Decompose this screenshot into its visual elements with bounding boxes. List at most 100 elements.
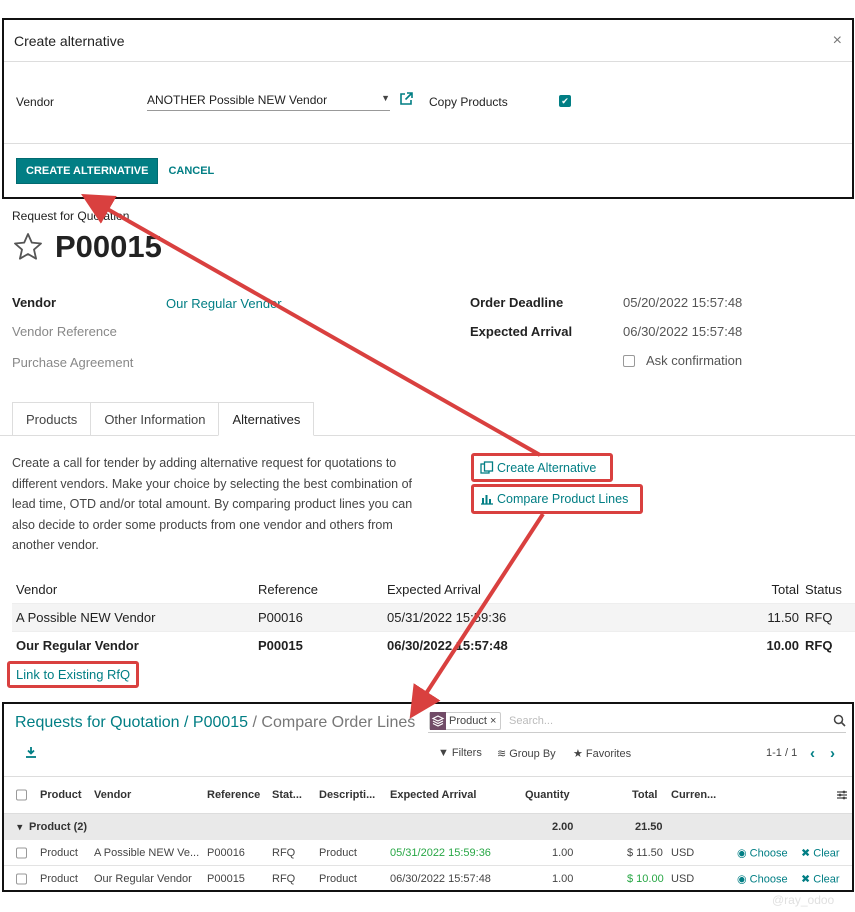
expected-arrival-cell: 05/31/2022 15:59:36 — [387, 610, 507, 625]
total-cell: $ 10.00 — [627, 872, 664, 885]
column-settings-icon[interactable] — [836, 789, 848, 801]
search-facet-label: Product — [449, 715, 487, 727]
description-cell: Product — [319, 846, 357, 859]
copy-products-label: Copy Products — [429, 95, 508, 109]
breadcrumb: Requests for Quotation / P00015 / Compar… — [15, 714, 415, 732]
breadcrumb-record[interactable]: P00015 — [193, 714, 248, 731]
group-by-label: Group By — [509, 747, 556, 760]
copy-products-checkbox[interactable]: ✔ — [559, 95, 571, 107]
table-row[interactable]: Our Regular Vendor P00015 06/30/2022 15:… — [12, 631, 855, 659]
facet-remove-icon[interactable]: × — [490, 715, 496, 727]
col-total[interactable]: Total — [632, 789, 657, 801]
breadcrumb-separator: / — [248, 714, 262, 731]
breadcrumb-separator: / — [179, 714, 193, 731]
table-row[interactable]: A Possible NEW Vendor P00016 05/31/2022 … — [12, 603, 855, 631]
compare-order-lines-panel: Requests for Quotation / P00015 / Compar… — [2, 702, 854, 892]
notebook-tabs: Products Other Information Alternatives — [12, 402, 315, 436]
tab-alternatives[interactable]: Alternatives — [218, 402, 315, 436]
group-row[interactable]: ▾ Product (2) 2.00 21.50 — [4, 814, 852, 840]
search-bar[interactable]: Product × Search... — [428, 711, 846, 733]
ask-confirmation-checkbox[interactable] — [623, 355, 635, 367]
external-link-icon[interactable] — [399, 92, 413, 106]
star-icon[interactable] — [12, 231, 44, 263]
vendor-cell: Our Regular Vendor — [94, 872, 192, 885]
choose-button[interactable]: ◉ Choose — [737, 872, 788, 885]
col-status[interactable]: Stat... — [272, 789, 302, 801]
dialog-footer: CREATE ALTERNATIVE CANCEL — [4, 144, 852, 198]
total-cell: 10.00 — [766, 638, 799, 653]
download-icon[interactable] — [25, 746, 37, 758]
reference-cell: P00015 — [258, 638, 303, 653]
dialog-body: Vendor ANOTHER Possible NEW Vendor ▼ Cop… — [4, 62, 852, 144]
filters-button[interactable]: ▼ Filters — [438, 747, 482, 759]
vendor-field-value[interactable]: Our Regular Vendor — [166, 296, 282, 311]
col-product[interactable]: Product — [40, 789, 82, 801]
dot-circle-icon: ◉ — [737, 847, 747, 859]
status-cell: RFQ — [805, 638, 833, 653]
col-reference[interactable]: Reference — [258, 582, 318, 597]
compare-product-lines-label: Compare Product Lines — [497, 492, 629, 506]
status-cell: RFQ — [272, 846, 296, 859]
star-icon: ★ — [573, 748, 583, 760]
tab-other-information[interactable]: Other Information — [90, 402, 219, 436]
table-row[interactable]: Product A Possible NEW Ve... P00016 RFQ … — [4, 840, 852, 866]
col-status[interactable]: Status — [805, 582, 842, 597]
reference-cell: P00015 — [207, 872, 245, 885]
expected-arrival-cell: 05/31/2022 15:59:36 — [390, 846, 491, 859]
col-currency[interactable]: Curren... — [671, 789, 716, 801]
breadcrumb-root[interactable]: Requests for Quotation — [15, 714, 180, 731]
col-expected-arrival[interactable]: Expected Arrival — [387, 582, 481, 597]
compare-product-lines-link[interactable]: Compare Product Lines — [471, 484, 643, 514]
create-alternative-dialog: Create alternative × Vendor ANOTHER Poss… — [2, 18, 854, 199]
search-input[interactable]: Search... — [509, 715, 553, 727]
col-quantity[interactable]: Quantity — [525, 789, 570, 801]
cancel-button[interactable]: CANCEL — [166, 159, 216, 183]
search-icon[interactable] — [833, 714, 846, 727]
chevron-left-icon[interactable]: ‹ — [810, 745, 815, 762]
vendor-select-value: ANOTHER Possible NEW Vendor — [147, 93, 328, 107]
chevron-right-icon[interactable]: › — [830, 745, 835, 762]
row-checkbox[interactable] — [16, 847, 27, 858]
row-checkbox[interactable] — [16, 873, 27, 884]
clear-button[interactable]: ✖ Clear — [801, 846, 840, 859]
status-cell: RFQ — [272, 872, 296, 885]
currency-cell: USD — [671, 846, 695, 859]
expected-arrival-value[interactable]: 06/30/2022 15:57:48 — [623, 324, 742, 339]
create-alternative-link[interactable]: Create Alternative — [471, 453, 613, 482]
col-vendor[interactable]: Vendor — [16, 582, 57, 597]
quantity-cell: 1.00 — [552, 846, 574, 859]
product-cell: Product — [40, 846, 78, 859]
vendor-reference-label: Vendor Reference — [12, 324, 117, 339]
bar-chart-icon — [481, 495, 493, 505]
expected-arrival-label: Expected Arrival — [470, 324, 573, 339]
order-deadline-value[interactable]: 05/20/2022 15:57:48 — [623, 295, 742, 310]
total-cell: $ 11.50 — [627, 846, 663, 859]
caret-down-icon: ▾ — [17, 821, 23, 834]
close-icon[interactable]: × — [833, 32, 842, 50]
expected-arrival-cell: 06/30/2022 15:57:48 — [387, 638, 508, 653]
create-alternative-button[interactable]: CREATE ALTERNATIVE — [16, 158, 159, 184]
col-total[interactable]: Total — [772, 582, 799, 597]
choose-button[interactable]: ◉ Choose — [737, 846, 788, 859]
group-by-button[interactable]: ≋ Group By — [497, 747, 556, 761]
link-existing-rfq-button[interactable]: Link to Existing RfQ — [7, 661, 140, 688]
vendor-label: Vendor — [16, 95, 55, 109]
col-expected-arrival[interactable]: Expected Arrival — [390, 789, 476, 801]
table-row[interactable]: Product Our Regular Vendor P00015 RFQ Pr… — [4, 866, 852, 890]
col-vendor[interactable]: Vendor — [94, 789, 131, 801]
pager-value[interactable]: 1-1 / 1 — [766, 747, 797, 759]
clear-button[interactable]: ✖ Clear — [801, 872, 840, 885]
alternatives-table-header: Vendor Reference Expected Arrival Total … — [12, 576, 855, 603]
vendor-select[interactable]: ANOTHER Possible NEW Vendor ▼ — [147, 93, 390, 111]
col-description[interactable]: Descripti... — [319, 789, 375, 801]
dialog-header: Create alternative × — [4, 20, 852, 62]
copy-icon — [480, 461, 494, 474]
description-cell: Product — [319, 872, 357, 885]
choose-label: Choose — [749, 847, 788, 859]
caret-down-icon[interactable]: ▼ — [381, 93, 390, 103]
select-all-checkbox[interactable] — [16, 789, 27, 801]
tab-products[interactable]: Products — [12, 402, 91, 436]
col-reference[interactable]: Reference — [207, 789, 260, 801]
filter-icon: ▼ — [438, 747, 449, 759]
favorites-button[interactable]: ★ Favorites — [573, 747, 631, 761]
